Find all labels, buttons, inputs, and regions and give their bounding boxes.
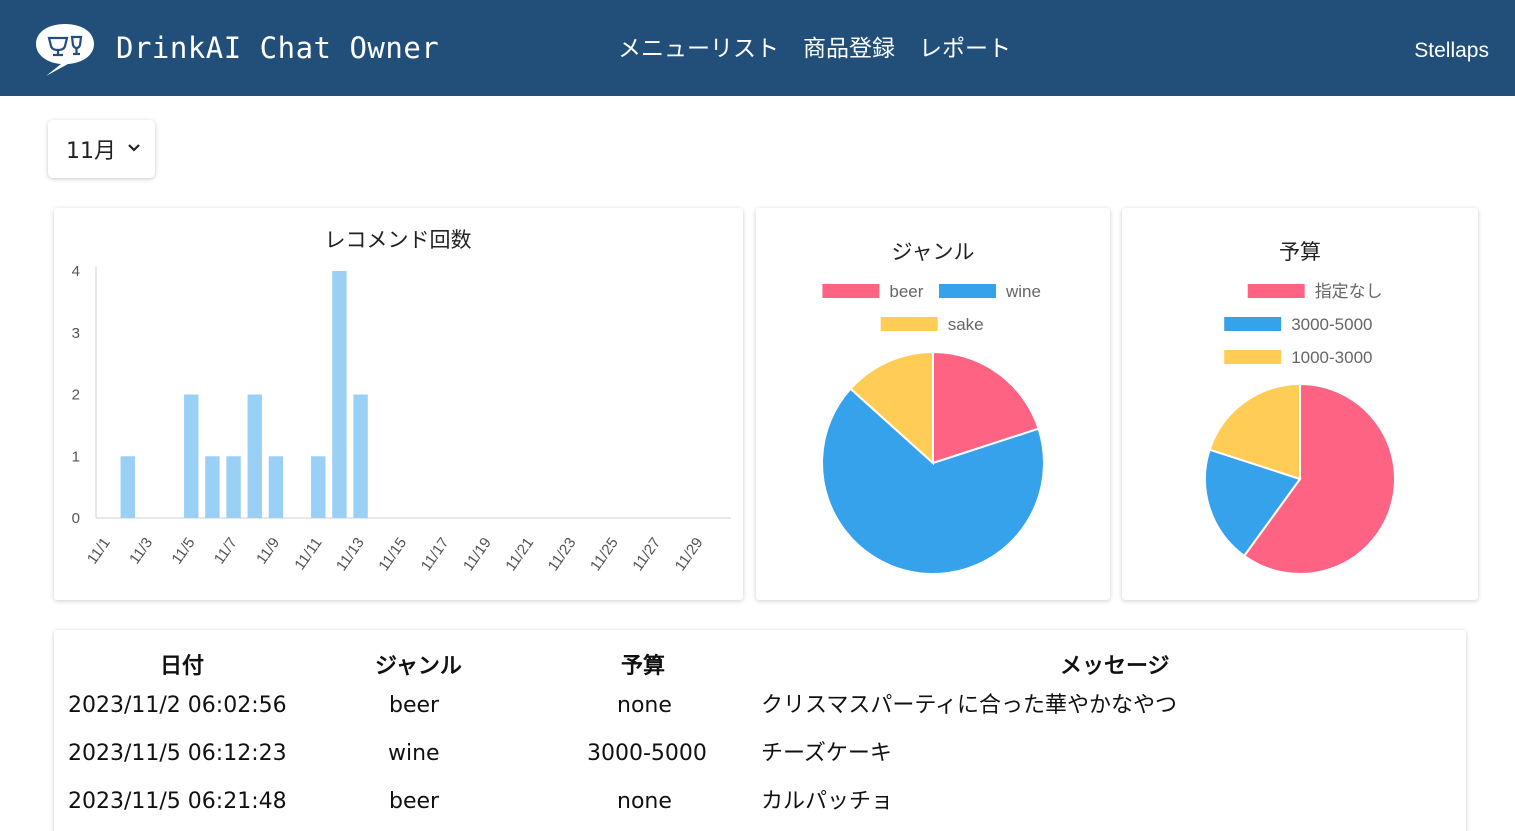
nav-menu-list[interactable]: メニューリスト <box>618 30 779 68</box>
table-row: 2023/11/5 06:12:23 wine 3000-5000 チーズケーキ <box>54 734 1466 774</box>
bar <box>268 456 284 518</box>
cell-genre: beer <box>389 693 440 718</box>
legend-swatch <box>1224 317 1282 331</box>
x-tick-label: 11/23 <box>545 535 580 575</box>
chart-title: ジャンル <box>892 241 975 264</box>
legend-label: beer <box>889 282 923 301</box>
cell-date: 2023/11/5 06:12:23 <box>68 741 287 766</box>
col-header-budget: 予算 <box>621 654 666 679</box>
x-tick-label: 11/17 <box>418 535 453 575</box>
y-tick-label: 2 <box>72 387 80 404</box>
col-header-genre: ジャンル <box>375 654 462 679</box>
legend-label: 3000-5000 <box>1291 315 1372 334</box>
budget-pie-chart: 予算指定なし 3000-5000 1000-3000 <box>1204 241 1396 575</box>
bar <box>353 394 368 518</box>
y-tick-label: 3 <box>72 325 80 342</box>
legend-swatch <box>1224 350 1282 364</box>
bar <box>226 456 241 518</box>
x-tick-label: 11/15 <box>375 535 410 575</box>
chat-bubble-glasses-icon[interactable] <box>34 22 96 78</box>
x-tick-label: 11/3 <box>126 535 156 568</box>
x-tick-label: 11/21 <box>502 535 537 575</box>
month-select-value: 11月 <box>66 139 116 164</box>
x-tick-label: 11/11 <box>291 535 325 574</box>
cell-budget: none <box>617 789 672 814</box>
genre-card: ジャンル beer wine sake <box>756 208 1110 600</box>
cell-genre: wine <box>388 741 440 766</box>
recommend-log-table: 日付 ジャンル 予算 メッセージ 2023/11/2 06:02:56 beer… <box>54 630 1466 831</box>
nav-product-register[interactable]: 商品登録 <box>803 30 895 68</box>
y-tick-label: 1 <box>72 448 80 465</box>
x-tick-label: 11/1 <box>84 535 114 568</box>
recommend-count-card: レコメンド回数 0 1 2 3 4 11/1 11/3 11/5 11/7 11/9 11/11 11/… <box>54 208 743 600</box>
recommend-count-chart: レコメンド回数0123411/1 11/3 11/5 11/7 11/9 11/11 11/… <box>72 229 731 575</box>
x-tick-label: 11/25 <box>587 535 622 575</box>
x-tick-label: 11/13 <box>333 535 368 575</box>
legend-label: 指定なし <box>1315 282 1383 301</box>
cell-message: クリスマスパーティに合った華やかなやつ <box>761 693 1178 718</box>
bar <box>311 456 326 518</box>
x-tick-label: 11/29 <box>672 535 707 575</box>
legend-label: wine <box>1005 282 1041 301</box>
col-header-message: メッセージ <box>1060 654 1170 679</box>
legend-swatch <box>822 284 880 298</box>
bar <box>205 456 220 518</box>
x-tick-label: 11/7 <box>211 535 241 568</box>
user-name[interactable]: Stellaps <box>1414 34 1489 68</box>
legend-swatch <box>1247 284 1305 298</box>
cell-message: チーズケーキ <box>761 741 892 766</box>
bar <box>120 456 135 518</box>
nav-report[interactable]: レポート <box>919 30 1011 68</box>
cell-genre: beer <box>389 789 440 814</box>
bar <box>332 271 347 518</box>
x-tick-label: 11/19 <box>460 535 495 575</box>
month-select[interactable]: 11月 <box>48 120 155 178</box>
cell-budget: none <box>617 693 672 718</box>
x-tick-label: 11/9 <box>253 535 283 568</box>
legend-label: sake <box>948 315 984 334</box>
bar <box>184 394 199 518</box>
bar <box>247 394 262 518</box>
col-header-date: 日付 <box>160 654 205 679</box>
x-tick-label: 11/5 <box>168 535 198 568</box>
table-row: 2023/11/2 06:02:56 beer none クリスマスパーティに合… <box>54 686 1466 726</box>
chevron-down-icon <box>128 144 140 152</box>
genre-pie-chart: ジャンル beer wine sake <box>821 241 1045 575</box>
top-navbar: DrinkAI Chat Owner メニューリスト 商品登録 レポート Ste… <box>0 0 1515 96</box>
app-title[interactable]: DrinkAI Chat Owner <box>116 28 439 68</box>
cell-message: カルパッチョ <box>761 789 894 814</box>
cell-date: 2023/11/2 06:02:56 <box>68 693 287 718</box>
budget-card: 予算指定なし 3000-5000 1000-3000 <box>1122 208 1478 600</box>
chart-title: レコメンド回数 <box>325 229 472 252</box>
legend-swatch <box>880 317 938 331</box>
cell-budget: 3000-5000 <box>587 741 707 766</box>
main-nav: メニューリスト 商品登録 レポート <box>618 30 1011 68</box>
legend-swatch <box>939 284 996 298</box>
y-tick-label: 0 <box>72 510 80 527</box>
chart-title: 予算 <box>1279 241 1321 264</box>
x-tick-label: 11/27 <box>629 535 664 575</box>
table-row: 2023/11/5 06:21:48 beer none カルパッチョ <box>54 782 1466 822</box>
legend-label: 1000-3000 <box>1291 348 1372 367</box>
y-tick-label: 4 <box>72 263 80 280</box>
cell-date: 2023/11/5 06:21:48 <box>68 789 287 814</box>
